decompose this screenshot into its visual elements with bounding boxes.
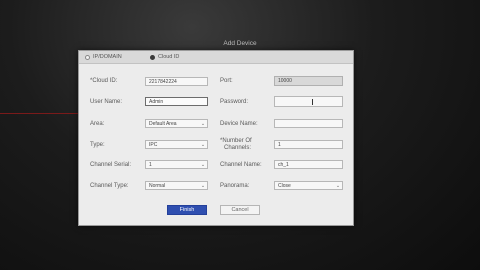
chevron-down-icon: ⌄ xyxy=(200,141,206,148)
device-name-field[interactable] xyxy=(274,119,343,128)
channel-serial-select[interactable]: 1 ⌄ xyxy=(145,160,208,169)
mode-tabs: IP/DOMAIN Cloud ID xyxy=(79,51,353,64)
channel-type-label: Channel Type: xyxy=(90,183,129,189)
dialog-title: Add Device xyxy=(223,40,257,47)
port-label: Port: xyxy=(220,78,233,84)
number-of-channels-label: *Number Of Channels: xyxy=(220,138,252,151)
area-select[interactable]: Default Area ⌄ xyxy=(145,119,208,128)
tab-cloud-id-label: Cloud ID xyxy=(158,54,180,60)
chevron-down-icon: ⌄ xyxy=(200,182,206,189)
tab-cloud-id[interactable]: Cloud ID xyxy=(150,52,179,62)
number-of-channels-field[interactable]: 1 xyxy=(274,140,343,149)
channel-serial-label: Channel Serial: xyxy=(90,162,132,168)
device-name-label: Device Name: xyxy=(220,121,258,127)
background-red-line xyxy=(0,113,78,114)
number-of-channels-label-line1: *Number Of xyxy=(220,138,252,144)
cancel-button[interactable]: Cancel xyxy=(220,205,260,215)
cloud-id-field[interactable]: 2217842224 xyxy=(145,77,208,86)
panorama-label: Panorama: xyxy=(220,183,250,189)
type-label: Type: xyxy=(90,142,105,148)
user-name-field[interactable]: Admin xyxy=(145,97,208,106)
panorama-select[interactable]: Close ⌄ xyxy=(274,181,343,190)
cloud-id-label: *Cloud ID: xyxy=(90,78,118,84)
panorama-value: Close xyxy=(278,182,291,189)
port-field[interactable]: 10000 xyxy=(274,76,343,86)
channel-serial-value: 1 xyxy=(149,161,152,168)
channel-type-select[interactable]: Normal ⌄ xyxy=(145,181,208,190)
tab-ip-domain[interactable]: IP/DOMAIN xyxy=(85,52,122,62)
channel-name-label: Channel Name: xyxy=(220,162,262,168)
user-name-value: Admin xyxy=(149,98,164,105)
chevron-down-icon: ⌄ xyxy=(335,182,341,189)
chevron-down-icon: ⌄ xyxy=(200,161,206,168)
number-of-channels-label-line2: Channels: xyxy=(224,144,252,151)
channel-type-value: Normal xyxy=(149,182,166,189)
text-cursor-icon xyxy=(312,99,313,105)
channel-name-field[interactable]: ch_1 xyxy=(274,160,343,169)
type-value: IPC xyxy=(149,141,158,148)
tab-ip-domain-label: IP/DOMAIN xyxy=(93,54,122,60)
password-field[interactable] xyxy=(274,96,343,107)
user-name-label: User Name: xyxy=(90,99,123,105)
radio-ip-domain[interactable] xyxy=(85,54,90,60)
add-device-dialog: IP/DOMAIN Cloud ID *Cloud ID: 2217842224… xyxy=(78,50,354,226)
radio-cloud-id[interactable] xyxy=(150,54,155,60)
area-label: Area: xyxy=(90,121,105,127)
chevron-down-icon: ⌄ xyxy=(200,120,206,127)
type-select[interactable]: IPC ⌄ xyxy=(145,140,208,149)
area-value: Default Area xyxy=(149,120,177,127)
finish-button[interactable]: Finish xyxy=(167,205,207,215)
password-label: Password: xyxy=(220,99,249,105)
